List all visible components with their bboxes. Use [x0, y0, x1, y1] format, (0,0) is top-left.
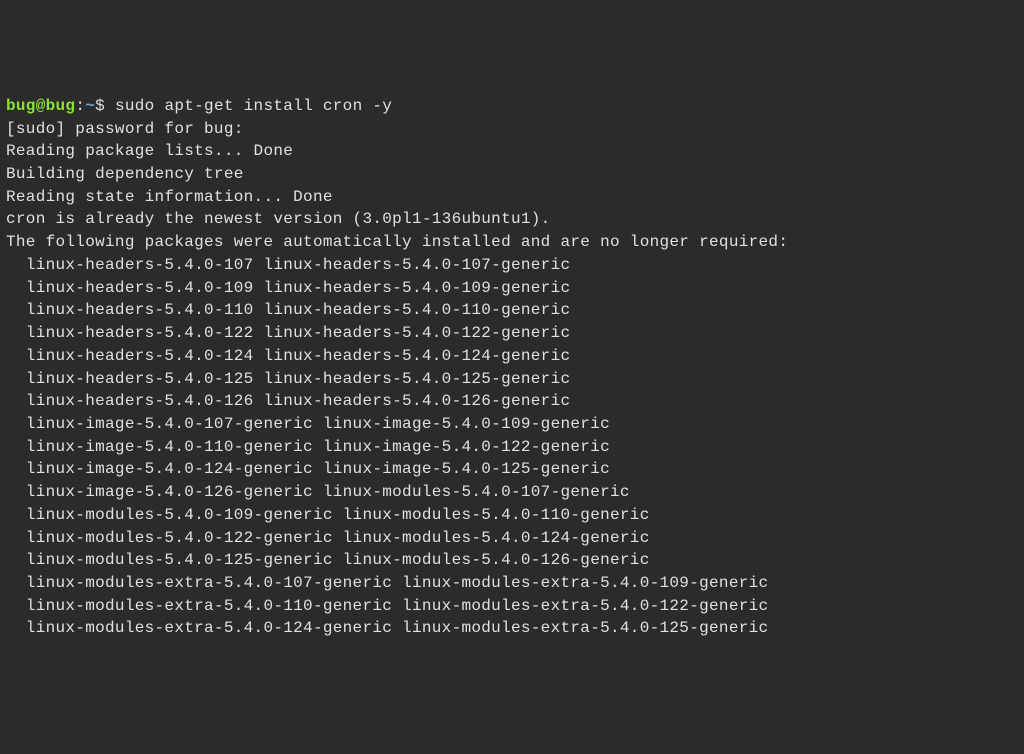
package-line: linux-headers-5.4.0-126 linux-headers-5.… — [6, 392, 570, 410]
package-line: linux-modules-5.4.0-109-generic linux-mo… — [6, 506, 650, 524]
package-line: linux-headers-5.4.0-107 linux-headers-5.… — [6, 256, 570, 274]
prompt-dollar: $ — [95, 97, 115, 115]
package-line: linux-headers-5.4.0-109 linux-headers-5.… — [6, 279, 570, 297]
output-line: Reading package lists... Done — [6, 142, 293, 160]
package-line: linux-headers-5.4.0-125 linux-headers-5.… — [6, 370, 570, 388]
command-text: sudo apt-get install cron -y — [115, 97, 392, 115]
package-line: linux-modules-extra-5.4.0-107-generic li… — [6, 574, 768, 592]
package-line: linux-headers-5.4.0-110 linux-headers-5.… — [6, 301, 570, 319]
prompt-path: ~ — [85, 97, 95, 115]
output-line: cron is already the newest version (3.0p… — [6, 210, 551, 228]
output-line: [sudo] password for bug: — [6, 120, 244, 138]
package-line: linux-modules-5.4.0-125-generic linux-mo… — [6, 551, 650, 569]
package-line: linux-image-5.4.0-110-generic linux-imag… — [6, 438, 610, 456]
output-line: The following packages were automaticall… — [6, 233, 788, 251]
prompt-user-host: bug@bug — [6, 97, 75, 115]
output-line: Reading state information... Done — [6, 188, 333, 206]
package-line: linux-modules-extra-5.4.0-124-generic li… — [6, 619, 768, 637]
terminal-output: bug@bug:~$ sudo apt-get install cron -y … — [6, 95, 1018, 640]
package-line: linux-image-5.4.0-124-generic linux-imag… — [6, 460, 610, 478]
package-line: linux-image-5.4.0-107-generic linux-imag… — [6, 415, 610, 433]
output-line: Building dependency tree — [6, 165, 244, 183]
package-line: linux-modules-5.4.0-122-generic linux-mo… — [6, 529, 650, 547]
package-line: linux-image-5.4.0-126-generic linux-modu… — [6, 483, 630, 501]
prompt-line: bug@bug:~$ sudo apt-get install cron -y — [6, 97, 392, 115]
prompt-colon: : — [75, 97, 85, 115]
package-line: linux-modules-extra-5.4.0-110-generic li… — [6, 597, 768, 615]
package-line: linux-headers-5.4.0-124 linux-headers-5.… — [6, 347, 570, 365]
package-line: linux-headers-5.4.0-122 linux-headers-5.… — [6, 324, 570, 342]
